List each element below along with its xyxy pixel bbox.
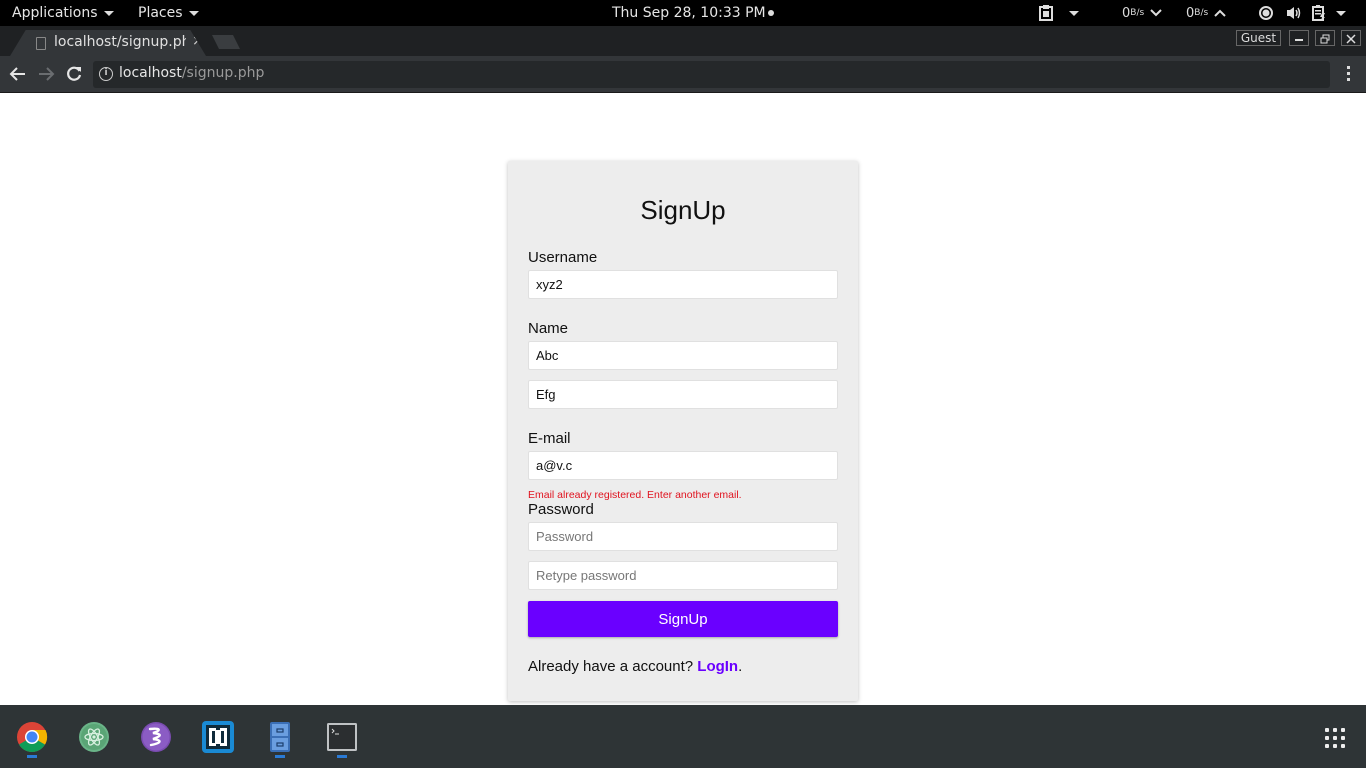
- notification-dot-icon: [767, 10, 774, 16]
- tab-signup[interactable]: localhost/signup.php ×: [10, 30, 206, 56]
- name-label: Name: [528, 320, 569, 337]
- email-label: E-mail: [528, 430, 571, 447]
- minimize-icon: [1295, 39, 1303, 41]
- show-applications-button[interactable]: [1325, 728, 1345, 748]
- page-title: SignUp: [640, 195, 726, 225]
- login-prompt-end: .: [738, 658, 743, 675]
- network-down-indicator[interactable]: 0 B/s: [1122, 0, 1162, 26]
- reload-icon: [67, 66, 82, 81]
- applications-label: Applications: [12, 5, 98, 21]
- url-text: localhost/signup.php: [119, 65, 264, 81]
- browser-menu-button[interactable]: [1342, 66, 1354, 84]
- close-icon: [1346, 34, 1356, 44]
- login-link[interactable]: LogIn: [697, 658, 738, 675]
- site-info-icon[interactable]: i: [99, 67, 113, 81]
- restore-icon: [1320, 34, 1330, 44]
- net-down-value: 0: [1122, 5, 1131, 21]
- password-label: Password: [528, 501, 594, 518]
- close-window-button[interactable]: [1341, 30, 1361, 46]
- dock-item-chrome[interactable]: [16, 721, 48, 753]
- restore-button[interactable]: [1315, 30, 1335, 46]
- net-up-unit: B/s: [1194, 8, 1209, 18]
- signup-submit-button[interactable]: SignUp: [528, 601, 838, 637]
- battery-icon: [1312, 5, 1325, 21]
- dock-item-brackets[interactable]: [202, 721, 234, 753]
- emacs-icon: [141, 722, 171, 752]
- page-icon: [36, 37, 46, 50]
- username-label: Username: [528, 249, 598, 266]
- net-down-unit: B/s: [1130, 8, 1145, 18]
- username-input[interactable]: [528, 270, 838, 299]
- password-input[interactable]: [528, 522, 838, 551]
- dock-item-emacs[interactable]: [140, 721, 172, 753]
- places-label: Places: [138, 5, 183, 21]
- chevron-down-icon: [1150, 9, 1162, 17]
- web-page: SignUp Username Name E-mail Email alread…: [0, 93, 1366, 705]
- running-indicator: [337, 755, 347, 758]
- clock-text: Thu Sep 28, 10:33 PM: [612, 5, 766, 21]
- url-host: localhost: [119, 65, 182, 81]
- new-tab-button[interactable]: [212, 35, 240, 49]
- system-menu[interactable]: [1258, 0, 1346, 26]
- dock-item-file-manager[interactable]: [264, 721, 296, 753]
- email-error-message: Email already registered. Enter another …: [528, 489, 742, 501]
- running-indicator: [27, 755, 37, 758]
- url-path: /signup.php: [181, 65, 265, 81]
- login-prompt-text: Already have a account?: [528, 658, 698, 675]
- back-button[interactable]: [8, 64, 28, 84]
- address-bar[interactable]: i localhost/signup.php: [93, 61, 1330, 88]
- clipboard-icon: [1039, 5, 1053, 21]
- clock[interactable]: Thu Sep 28, 10:33 PM: [612, 0, 774, 26]
- forward-button[interactable]: [36, 64, 56, 84]
- browser-toolbar: i localhost/signup.php: [0, 56, 1366, 92]
- signup-card: SignUp Username Name E-mail Email alread…: [508, 161, 858, 701]
- chrome-icon: [17, 722, 48, 753]
- network-up-indicator[interactable]: 0 B/s: [1186, 0, 1226, 26]
- arrow-right-icon: [39, 67, 55, 81]
- arrow-left-icon: [9, 67, 25, 81]
- chevron-up-icon: [1214, 9, 1226, 17]
- chevron-down-icon: [188, 10, 199, 16]
- location-icon: [1259, 6, 1273, 20]
- retype-password-input[interactable]: [528, 561, 838, 590]
- net-up-value: 0: [1186, 5, 1195, 21]
- minimize-button[interactable]: [1289, 30, 1309, 46]
- places-menu[interactable]: Places: [138, 0, 199, 26]
- dock: [0, 705, 1366, 768]
- dock-item-atom[interactable]: [78, 721, 110, 753]
- applications-menu[interactable]: Applications: [12, 0, 114, 26]
- tab-title: localhost/signup.php: [54, 34, 186, 50]
- reload-button[interactable]: [64, 64, 84, 84]
- running-indicator: [275, 755, 285, 758]
- tab-strip: localhost/signup.php × Guest: [0, 26, 1366, 56]
- file-cabinet-icon: [270, 722, 290, 752]
- chevron-down-icon: [1336, 10, 1346, 16]
- login-prompt: Already have a account? LogIn.: [528, 658, 742, 675]
- chevron-down-icon: [103, 10, 114, 16]
- email-input[interactable]: [528, 451, 838, 480]
- top-bar: Applications Places Thu Sep 28, 10:33 PM…: [0, 0, 1366, 26]
- dock-item-terminal[interactable]: [326, 721, 358, 753]
- profile-guest-button[interactable]: Guest: [1236, 30, 1281, 46]
- terminal-icon: [327, 723, 357, 751]
- clipboard-indicator[interactable]: [1039, 0, 1079, 26]
- chevron-down-icon: [1069, 10, 1079, 16]
- brackets-icon: [202, 721, 234, 753]
- kebab-menu-icon: [1342, 66, 1354, 81]
- atom-icon: [79, 722, 109, 752]
- last-name-input[interactable]: [528, 380, 838, 409]
- first-name-input[interactable]: [528, 341, 838, 370]
- volume-icon: [1287, 7, 1301, 19]
- tab-close-button[interactable]: ×: [192, 33, 204, 49]
